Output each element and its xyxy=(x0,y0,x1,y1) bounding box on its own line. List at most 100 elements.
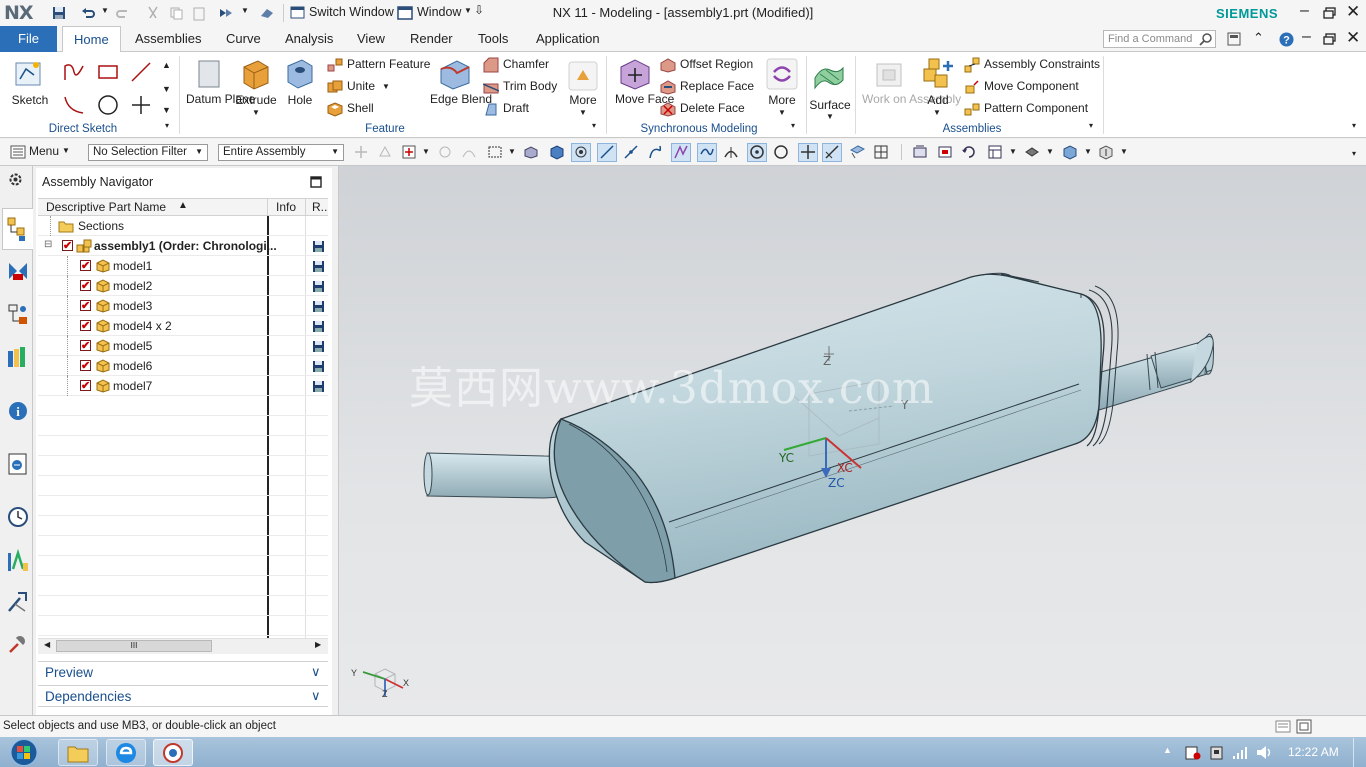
extrude-icon[interactable] xyxy=(238,55,274,91)
trim-body-button[interactable]: Trim Body xyxy=(503,79,557,93)
volume-icon[interactable] xyxy=(1256,745,1273,760)
chevron-down-icon[interactable]: ▼ xyxy=(933,108,941,117)
column-descriptive-part-name[interactable]: Descriptive Part Name xyxy=(46,200,166,214)
chamfer-button[interactable]: Chamfer xyxy=(503,57,549,71)
minimize-document-icon[interactable]: – xyxy=(1302,28,1311,46)
assembly-constraints-icon[interactable] xyxy=(964,57,980,73)
column-reference-set[interactable]: R.. xyxy=(312,200,327,214)
trim-body-icon[interactable] xyxy=(483,79,499,95)
scroll-right-icon[interactable]: ▶ xyxy=(315,640,321,649)
select-bodies-icon[interactable] xyxy=(377,144,393,160)
rendering-style-icon[interactable] xyxy=(1024,144,1040,160)
scroll-left-icon[interactable]: ◀ xyxy=(44,640,50,649)
zoom-icon[interactable] xyxy=(937,144,953,160)
preview-panel-header[interactable]: Preview xyxy=(38,661,328,683)
tab-assemblies[interactable]: Assemblies xyxy=(124,26,212,52)
surface-icon[interactable] xyxy=(812,60,846,94)
gallery-up-icon[interactable]: ▲ xyxy=(162,60,171,70)
snap-arc-center-icon[interactable] xyxy=(749,144,765,160)
checkbox[interactable]: ✔ xyxy=(80,280,91,292)
move-component-button[interactable]: Move Component xyxy=(984,79,1079,93)
chevron-down-icon[interactable]: ▼ xyxy=(579,108,587,117)
checkbox[interactable]: ✔ xyxy=(80,360,91,372)
select-solid-icon[interactable] xyxy=(549,144,565,160)
profile-icon[interactable] xyxy=(62,60,86,84)
muffler-model-view[interactable] xyxy=(339,166,1366,715)
snap-control-point-icon[interactable] xyxy=(647,144,663,160)
dependencies-panel-header[interactable]: Dependencies xyxy=(38,685,328,707)
list-item[interactable]: ✔ model6 xyxy=(38,356,328,376)
surface-button[interactable]: Surface xyxy=(806,98,854,112)
fit-view-icon[interactable] xyxy=(912,144,928,160)
group-options-icon[interactable]: ▾ xyxy=(791,121,795,130)
rectangle-select-icon[interactable] xyxy=(487,144,503,160)
snap-curve-point-icon[interactable] xyxy=(699,144,715,160)
snap-quadrant-icon[interactable] xyxy=(773,144,789,160)
move-face-icon[interactable] xyxy=(617,55,653,91)
sort-ascending-icon[interactable]: ▲ xyxy=(178,200,188,211)
snap-point-on-curve-icon[interactable] xyxy=(824,144,840,160)
add-component-icon[interactable] xyxy=(921,55,957,91)
edit-object-display-icon[interactable] xyxy=(1062,144,1078,160)
chevron-down-icon[interactable]: ▼ xyxy=(62,146,70,155)
reuse-library-icon[interactable] xyxy=(6,345,30,369)
orient-view-icon[interactable] xyxy=(987,144,1003,160)
chevron-down-icon[interactable]: ▼ xyxy=(826,112,834,121)
restore-icon[interactable] xyxy=(1323,7,1336,19)
checkbox[interactable]: ✔ xyxy=(62,240,73,252)
selection-scope-dropdown[interactable]: Entire Assembly ▼ xyxy=(218,144,344,161)
list-item[interactable]: ✔ model5 xyxy=(38,336,328,356)
hole-button[interactable]: Hole xyxy=(280,93,320,107)
scrollbar-thumb[interactable]: III xyxy=(56,640,212,652)
windows-start-icon[interactable] xyxy=(5,738,43,767)
more-sync-button[interactable]: More xyxy=(762,93,802,107)
group-options-icon[interactable]: ▾ xyxy=(165,121,169,130)
cue-line-icon[interactable] xyxy=(1275,719,1291,734)
maximize-panel-icon[interactable] xyxy=(310,176,322,188)
role-icon[interactable] xyxy=(6,632,30,656)
device-icon[interactable] xyxy=(1209,746,1225,760)
list-item[interactable]: ⊟ ✔ assembly1 (Order: Chronologi... xyxy=(38,236,328,256)
delete-face-button[interactable]: Delete Face xyxy=(680,101,745,115)
close-icon[interactable]: ✕ xyxy=(1346,2,1360,22)
full-screen-icon[interactable] xyxy=(1296,719,1312,734)
snap-point-on-face-icon[interactable] xyxy=(849,144,865,160)
pattern-feature-icon[interactable] xyxy=(327,57,343,73)
web-browser-icon[interactable] xyxy=(6,452,30,476)
collapse-ribbon-icon[interactable]: ⌃ xyxy=(1253,30,1264,46)
select-face-icon[interactable] xyxy=(523,144,539,160)
extrude-button[interactable]: Extrude xyxy=(233,93,279,107)
manufacturing-wizards-icon[interactable] xyxy=(6,590,30,614)
select-assembly-icon[interactable] xyxy=(573,144,589,160)
chevron-down-icon[interactable]: ▼ xyxy=(1084,147,1092,156)
edge-blend-icon[interactable] xyxy=(437,55,473,91)
list-item[interactable]: ✔ model1 xyxy=(38,256,328,276)
chevron-down-icon[interactable]: ▼ xyxy=(778,108,786,117)
chevron-down-icon[interactable]: ▼ xyxy=(422,147,430,156)
more-feature-button[interactable]: More xyxy=(563,93,603,107)
group-options-icon[interactable]: ▾ xyxy=(1089,121,1093,130)
line-icon[interactable] xyxy=(129,60,153,84)
tab-application[interactable]: Application xyxy=(525,26,611,52)
chevron-down-icon[interactable]: ▼ xyxy=(382,82,390,91)
hole-icon[interactable] xyxy=(284,56,316,90)
chevron-down-icon[interactable]: ▼ xyxy=(1120,147,1128,156)
chevron-down-icon[interactable]: ∨ xyxy=(311,664,321,680)
datum-plane-icon[interactable] xyxy=(193,57,227,91)
menu-icon[interactable] xyxy=(10,144,26,160)
snap-bounded-grid-icon[interactable] xyxy=(873,144,889,160)
part-navigator-icon[interactable] xyxy=(7,303,29,325)
assembly-navigator-icon[interactable] xyxy=(7,216,29,242)
snap-intersection-icon[interactable] xyxy=(673,144,689,160)
gallery-more-icon[interactable]: ▼ xyxy=(162,105,171,115)
show-hide-icon[interactable] xyxy=(1098,144,1114,160)
select-features-icon[interactable] xyxy=(353,144,369,160)
circle-icon[interactable] xyxy=(96,93,120,117)
pattern-component-button[interactable]: Pattern Component xyxy=(984,101,1088,115)
tab-tools[interactable]: Tools xyxy=(467,26,519,52)
tab-curve[interactable]: Curve xyxy=(215,26,272,52)
move-face-button[interactable]: Move Face xyxy=(615,93,674,106)
toolbar-options-icon[interactable]: ▾ xyxy=(1352,149,1356,158)
checkbox[interactable]: ✔ xyxy=(80,340,91,352)
constraint-navigator-icon[interactable] xyxy=(7,260,29,282)
